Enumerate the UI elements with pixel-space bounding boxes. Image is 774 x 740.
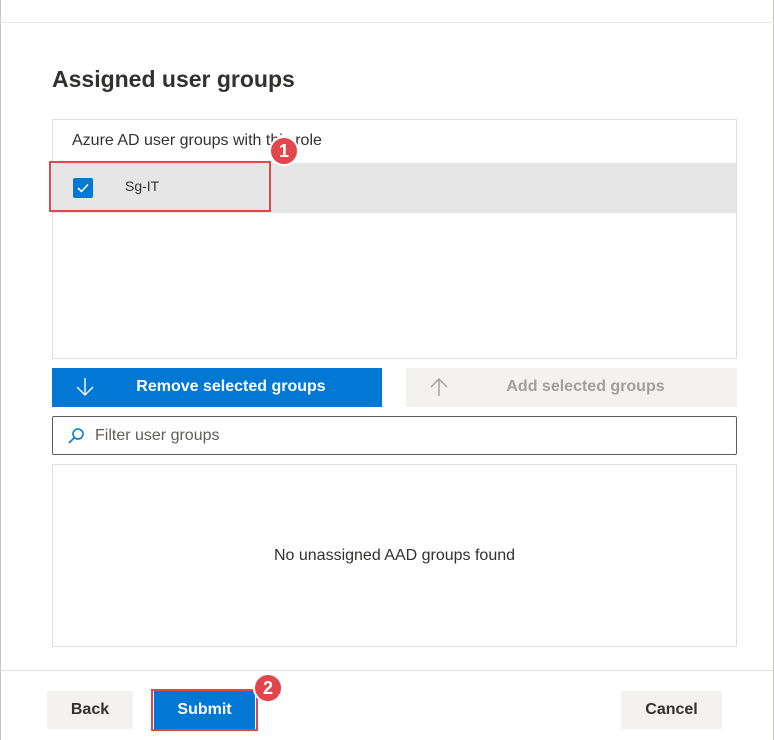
submit-button[interactable]: Submit xyxy=(154,691,255,729)
unassigned-groups-list: No unassigned AAD groups found xyxy=(52,464,737,647)
add-selected-groups-label: Add selected groups xyxy=(506,378,665,395)
page-title: Assigned user groups xyxy=(52,66,295,92)
back-button[interactable]: Back xyxy=(47,691,133,729)
empty-state-message: No unassigned AAD groups found xyxy=(273,547,516,564)
group-checkbox[interactable] xyxy=(73,178,93,198)
assigned-groups-list: Azure AD user groups with this role Sg-I… xyxy=(52,119,737,359)
remove-selected-groups-label: Remove selected groups xyxy=(136,378,326,395)
remove-selected-groups-button[interactable]: Remove selected groups xyxy=(52,368,382,407)
footer-divider xyxy=(0,670,774,671)
filter-user-groups-input[interactable] xyxy=(95,423,715,449)
annotation-badge-1: 1 xyxy=(269,136,299,166)
cancel-button[interactable]: Cancel xyxy=(621,691,722,729)
filter-box xyxy=(52,416,737,455)
group-name: Sg-IT xyxy=(125,178,160,194)
checkmark-icon xyxy=(77,183,89,193)
add-selected-groups-button[interactable]: Add selected groups xyxy=(406,368,737,407)
list-item[interactable]: Sg-IT xyxy=(53,163,736,213)
search-icon xyxy=(68,428,84,444)
annotation-badge-2: 2 xyxy=(253,673,283,703)
top-divider xyxy=(0,22,774,23)
